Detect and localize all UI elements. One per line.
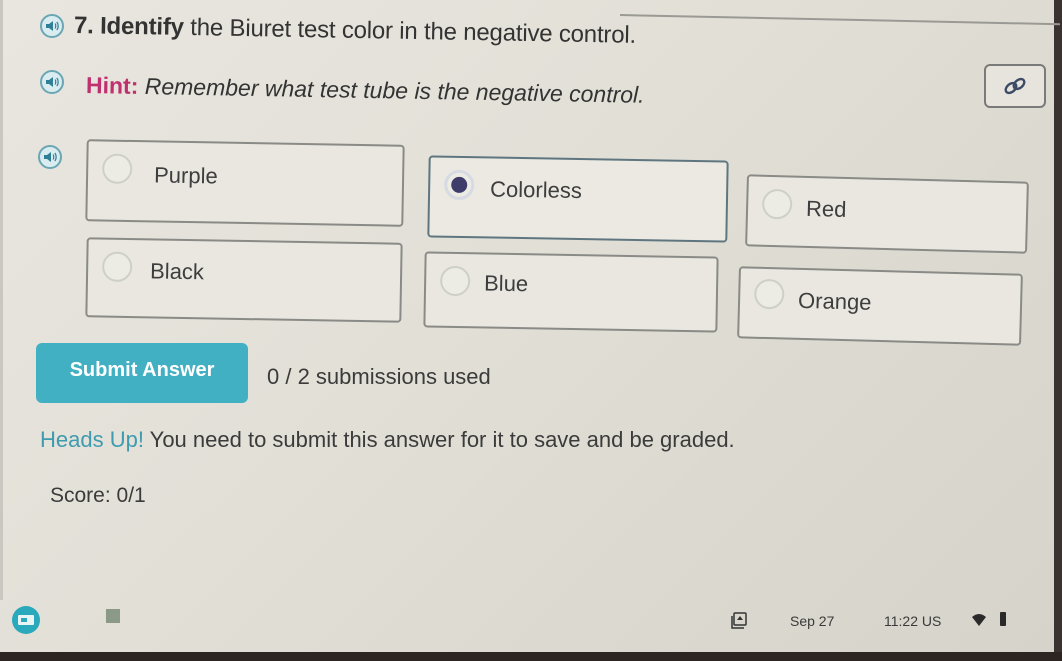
notice-text: You need to submit this answer for it to… — [143, 427, 735, 452]
score: Score: 0/1 — [50, 484, 146, 508]
permalink-button[interactable] — [984, 64, 1046, 108]
tray-clock[interactable]: 11:22 US — [884, 613, 941, 629]
question-rest: the Biuret test color in the negative co… — [183, 13, 637, 49]
score-value: 0/1 — [116, 484, 146, 507]
heads-up-notice: Heads Up! You need to submit this answer… — [40, 427, 735, 453]
radio-button[interactable] — [439, 265, 471, 297]
speaker-icon — [46, 77, 59, 87]
radio-button[interactable] — [101, 251, 133, 283]
tray-date[interactable]: Sep 27 — [790, 613, 834, 629]
radio-button[interactable] — [753, 278, 785, 310]
radio-button[interactable] — [101, 153, 133, 185]
read-aloud-options-button[interactable] — [38, 145, 62, 169]
screen-bezel-bottom — [0, 652, 1062, 661]
speaker-icon — [44, 152, 57, 162]
screen-bezel — [1054, 0, 1062, 661]
launcher-button[interactable] — [12, 606, 40, 634]
hint-text: Remember what test tube is the negative … — [144, 73, 645, 108]
option-label: Orange — [797, 287, 872, 315]
submit-answer-button[interactable]: Submit Answer — [36, 343, 248, 403]
option-blue[interactable]: Blue — [423, 251, 719, 333]
option-label: Blue — [483, 270, 529, 297]
submissions-count: 0 / 2 submissions used — [267, 364, 491, 389]
hint: Hint: Remember what test tube is the neg… — [86, 72, 645, 109]
option-red[interactable]: Red — [745, 174, 1029, 254]
option-colorless[interactable]: Colorless — [427, 155, 729, 243]
option-label: Red — [805, 195, 847, 222]
input-locale: US — [921, 613, 942, 629]
battery-icon[interactable] — [1000, 612, 1006, 626]
divider — [619, 14, 1060, 26]
question-bold: Identify — [99, 12, 185, 41]
wifi-icon[interactable] — [972, 614, 986, 626]
radio-button[interactable] — [761, 188, 793, 220]
option-purple[interactable]: Purple — [85, 139, 405, 227]
hint-label: Hint: — [85, 72, 139, 99]
question-number: 7. — [73, 12, 94, 40]
window-edge — [0, 0, 3, 600]
option-label: Purple — [153, 162, 218, 189]
option-label: Colorless — [489, 176, 583, 204]
notice-label: Heads Up! — [40, 427, 144, 452]
score-label: Score: — [50, 484, 111, 507]
launcher-icon — [18, 615, 34, 625]
option-black[interactable]: Black — [85, 237, 403, 323]
read-aloud-hint-button[interactable] — [40, 70, 64, 94]
speaker-icon — [46, 21, 59, 31]
option-orange[interactable]: Orange — [737, 266, 1023, 346]
clock-time: 11:22 — [884, 613, 918, 629]
question-text: 7. Identify the Biuret test color in the… — [74, 12, 636, 50]
link-icon — [1004, 77, 1026, 95]
read-aloud-question-button[interactable] — [40, 14, 64, 38]
radio-button-selected[interactable] — [443, 169, 475, 201]
shelf-app-icon[interactable] — [106, 609, 120, 623]
option-label: Black — [149, 258, 205, 285]
screenshot-tray-icon[interactable] — [730, 612, 748, 630]
